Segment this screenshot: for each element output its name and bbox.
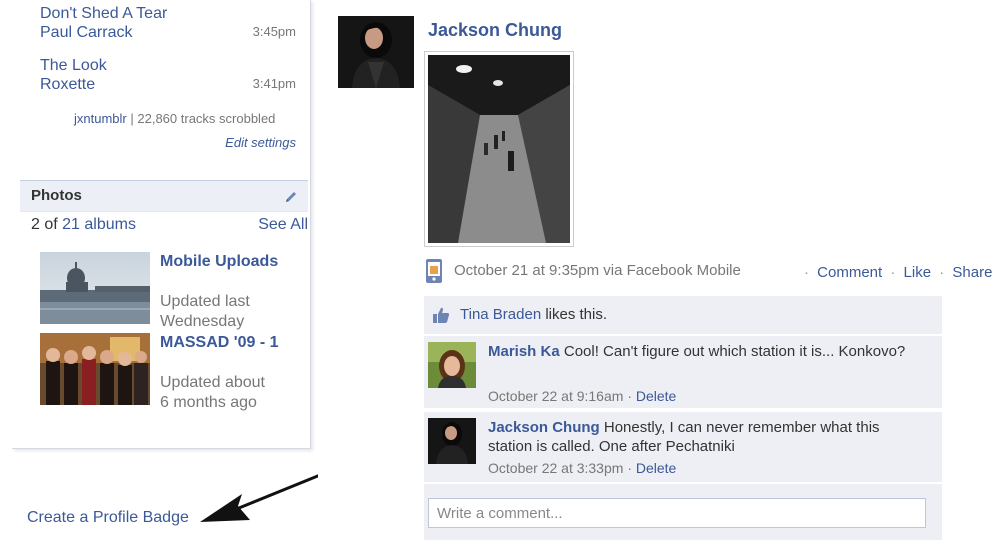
lastfm-username-link[interactable]: jxntumblr <box>74 111 127 126</box>
post-photo[interactable] <box>424 51 574 247</box>
comment-meta: October 22 at 9:16am · Delete <box>488 388 676 404</box>
scrobble-count: 22,860 tracks scrobbled <box>137 111 276 126</box>
commenter-avatar[interactable] <box>428 418 476 464</box>
album-updated-line1: Updated about <box>160 374 265 391</box>
comment-body: Marish Ka Cool! Can't figure out which s… <box>488 342 918 361</box>
write-comment-input[interactable] <box>428 498 926 528</box>
separator: · <box>890 264 896 281</box>
albums-count-prefix: 2 of <box>31 216 58 233</box>
album-title[interactable]: MASSAD '09 - 1 <box>160 333 300 352</box>
likes-row: Tina Braden likes this. <box>424 296 942 335</box>
albums-count-suffix[interactable]: albums <box>84 216 136 233</box>
music-track[interactable]: The Look Roxette 3:41pm <box>40 56 310 94</box>
track-title[interactable]: Don't Shed A Tear <box>40 4 310 23</box>
comment-time: October 22 at 9:16am <box>488 388 624 404</box>
edit-settings-link[interactable]: Edit settings <box>225 135 296 150</box>
comment-item: Marish Ka Cool! Can't figure out which s… <box>424 336 942 409</box>
albums-count-number[interactable]: 21 <box>62 216 80 233</box>
create-profile-badge-link[interactable]: Create a Profile Badge <box>27 509 189 527</box>
comment-author-link[interactable]: Jackson Chung <box>488 419 600 436</box>
write-comment-box <box>424 484 942 540</box>
story-author-link[interactable]: Jackson Chung <box>428 20 562 41</box>
see-all-link[interactable]: See All <box>258 216 308 234</box>
albums-count: 2 of 21 albums <box>31 216 136 233</box>
album-updated-line2: 6 months ago <box>160 394 257 411</box>
photos-box-header: Photos <box>20 180 308 212</box>
likes-suffix: likes this. <box>545 306 608 323</box>
comment-body: Jackson Chung Honestly, I can never reme… <box>488 418 918 456</box>
comment-time: October 22 at 3:33pm <box>488 460 624 476</box>
separator: · <box>627 388 636 404</box>
comment-text: Cool! Can't figure out which station it … <box>563 343 906 360</box>
album-title[interactable]: Mobile Uploads <box>160 252 300 271</box>
thumbs-up-icon <box>433 307 450 323</box>
track-time: 3:41pm <box>252 76 296 91</box>
photos-title: Photos <box>31 187 82 204</box>
share-link[interactable]: Share <box>952 264 992 281</box>
album-updated: Updated last Wednesday <box>160 292 310 332</box>
separator: · <box>627 460 636 476</box>
delete-comment-link[interactable]: Delete <box>636 460 676 476</box>
track-time: 3:45pm <box>252 24 296 39</box>
comment-author-link[interactable]: Marish Ka <box>488 343 560 360</box>
delete-comment-link[interactable]: Delete <box>636 388 676 404</box>
separator: · <box>804 264 809 281</box>
album-updated-line2: Wednesday <box>160 313 245 330</box>
scrobble-info: jxntumblr | 22,860 tracks scrobbled <box>74 111 275 126</box>
music-track[interactable]: Don't Shed A Tear Paul Carrack 3:45pm <box>40 4 310 42</box>
author-avatar[interactable] <box>338 16 414 88</box>
mobile-phone-icon <box>426 259 442 283</box>
likes-text: Tina Braden likes this. <box>460 306 607 323</box>
left-sidebar: Don't Shed A Tear Paul Carrack 3:45pm Th… <box>12 0 311 449</box>
commenter-avatar[interactable] <box>428 342 476 388</box>
liker-name-link[interactable]: Tina Braden <box>460 306 541 323</box>
pencil-icon[interactable] <box>284 190 298 204</box>
album-thumbnail[interactable] <box>40 333 150 405</box>
separator: · <box>939 264 945 281</box>
like-link[interactable]: Like <box>904 264 932 281</box>
albums-count-row: 2 of 21 albums See All <box>31 216 308 234</box>
story-actions: · Comment · Like · Share <box>800 264 992 281</box>
album-updated: Updated about 6 months ago <box>160 373 310 413</box>
comment-item: Jackson Chung Honestly, I can never reme… <box>424 412 942 483</box>
album-updated-line1: Updated last <box>160 293 250 310</box>
comment-meta: October 22 at 3:33pm · Delete <box>488 460 676 476</box>
album-thumbnail[interactable] <box>40 252 150 324</box>
track-title[interactable]: The Look <box>40 56 310 75</box>
story-meta-row: October 21 at 9:35pm via Facebook Mobile… <box>424 258 994 286</box>
comment-link[interactable]: Comment <box>817 264 882 281</box>
story-timestamp: October 21 at 9:35pm via Facebook Mobile <box>454 262 741 279</box>
feedback-box: Tina Braden likes this. Marish Ka Cool! … <box>424 296 944 546</box>
